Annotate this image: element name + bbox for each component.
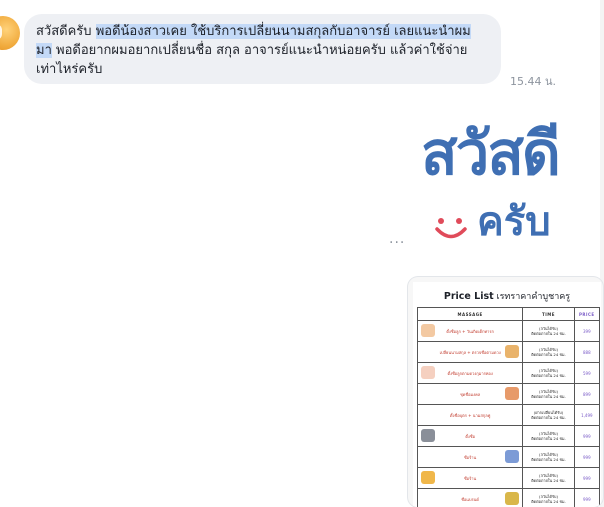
col-header-price: PRICE xyxy=(573,307,601,321)
time-cell: (ฝากเปลี่ยนได้รับ) ติดต่อภายใน 24 ชม. xyxy=(522,404,575,426)
table-row: ชื่อแบรนด์ (3วันได้รับ) ติดต่อภายใน 24 ชม… xyxy=(416,488,601,507)
table-row: ชื่อร้าน (3วันได้รับ) ติดต่อภายใน 24 ชม. 9… xyxy=(416,446,601,468)
col-header-time: TIME xyxy=(522,307,575,321)
greeting-sticker[interactable]: สวัสดี ครับ xyxy=(415,120,595,250)
time-cell: (3วันได้รับ) ติดต่อภายใน 24 ชม. xyxy=(522,446,575,468)
price-list-subtitle: เรทราคาคำบูชาครู xyxy=(493,292,571,302)
table-row: ตั้งชื่อบุตร + นามสกุลคู่ (ฝากเปลี่ยนได้ร… xyxy=(416,404,601,426)
service-cell: เปลี่ยนนามสกุล + ตรวจชื่อตามดวง xyxy=(416,341,524,363)
price-cell: 399 xyxy=(573,320,601,342)
price-cell: 999 xyxy=(573,425,601,447)
message-timestamp: 15.44 น. xyxy=(510,75,557,88)
service-illustration xyxy=(505,345,520,358)
price-cell: 888 xyxy=(573,341,601,363)
smile-icon xyxy=(435,218,467,239)
service-illustration xyxy=(421,471,435,484)
service-illustration xyxy=(421,429,435,442)
table-row: ตั้งชื่อลูก + วันเกิดเด็กทารก (3วันได้รับ… xyxy=(416,320,601,342)
service-illustration xyxy=(421,324,435,337)
service-cell: ตั้งชื่อลูกตามดวงกุมารทอง xyxy=(416,362,524,384)
price-cell: 899 xyxy=(573,383,601,405)
table-row: ชุดชื่อมงคล (3วันได้รับ) ติดต่อภายใน 24 ช… xyxy=(416,383,601,405)
price-cell: 999 xyxy=(573,467,601,489)
time-cell: (3วันได้รับ) ติดต่อภายใน 24 ชม. xyxy=(522,383,575,405)
service-cell: ตั้งชื่อ xyxy=(416,425,524,447)
price-cell: 1,499 xyxy=(573,404,601,426)
time-cell: (3วันได้รับ) ติดต่อภายใน 24 ชม. xyxy=(522,467,575,489)
price-list-sheet: Price List เรทราคาคำบูชาครู MASSAGE TIME… xyxy=(413,282,601,507)
service-illustration xyxy=(505,492,520,505)
more-options-icon[interactable]: ··· xyxy=(389,235,405,251)
table-row: เปลี่ยนนามสกุล + ตรวจชื่อตามดวง (3วันได้ร… xyxy=(416,341,601,363)
message-text-start: สวัสดีครับ xyxy=(36,24,96,39)
service-cell: ชุดชื่อมงคล xyxy=(416,383,524,405)
price-list-heading: Price List เรทราคาคำบูชาครู xyxy=(413,289,601,303)
price-list-title: Price List xyxy=(443,291,494,302)
col-header-massage: MASSAGE xyxy=(416,307,524,321)
avatar-image xyxy=(0,24,2,40)
sticker-text-top: สวัสดี xyxy=(421,119,561,189)
table-row: ตั้งชื่อลูกตามดวงกุมารทอง (3วันได้รับ) ติ… xyxy=(416,362,601,384)
message-text-end: พอดีอยากผมอยากเปลี่ยนชื่อ สกุล อาจารย์แน… xyxy=(36,43,468,77)
price-cell: 599 xyxy=(573,362,601,384)
service-cell: ชื่อร้าน xyxy=(416,446,524,468)
time-cell: (3วันได้รับ) ติดต่อภายใน 24 ชม. xyxy=(522,341,575,363)
time-cell: (3วันได้รับ) ติดต่อภายใน 24 ชม. xyxy=(522,362,575,384)
service-cell: ชื่อร้าน xyxy=(416,467,524,489)
time-cell: (3วันได้รับ) ติดต่อภายใน 24 ชม. xyxy=(522,488,575,507)
table-row: ชื่อร้าน (3วันได้รับ) ติดต่อภายใน 24 ชม. 9… xyxy=(416,467,601,489)
service-illustration xyxy=(505,387,520,400)
service-illustration xyxy=(505,450,520,463)
time-cell: (3วันได้รับ) ติดต่อภายใน 24 ชม. xyxy=(522,320,575,342)
price-table: MASSAGE TIME PRICE ตั้งชื่อลูก + วันเกิด… xyxy=(416,307,601,507)
price-list-image[interactable]: Price List เรทราคาคำบูชาครู MASSAGE TIME… xyxy=(408,277,603,507)
message-bubble[interactable]: สวัสดีครับ พอดีน้องสาวเคย ใช้บริการเปลี่… xyxy=(24,14,501,84)
price-cell: 999 xyxy=(573,446,601,468)
table-row: ตั้งชื่อ (3วันได้รับ) ติดต่อภายใน 24 ชม. 9… xyxy=(416,425,601,447)
service-cell: ตั้งชื่อบุตร + นามสกุลคู่ xyxy=(416,404,524,426)
service-cell: ตั้งชื่อลูก + วันเกิดเด็กทารก xyxy=(416,320,524,342)
contact-avatar[interactable] xyxy=(0,16,20,50)
sticker-text-bottom: ครับ xyxy=(477,199,551,245)
service-name: ตั้งชื่อบุตร + นามสกุลคู่ xyxy=(449,412,491,418)
service-illustration xyxy=(421,366,435,379)
service-cell: ชื่อแบรนด์ xyxy=(416,488,524,507)
time-cell: (3วันได้รับ) ติดต่อภายใน 24 ชม. xyxy=(522,425,575,447)
price-cell: 999 xyxy=(573,488,601,507)
